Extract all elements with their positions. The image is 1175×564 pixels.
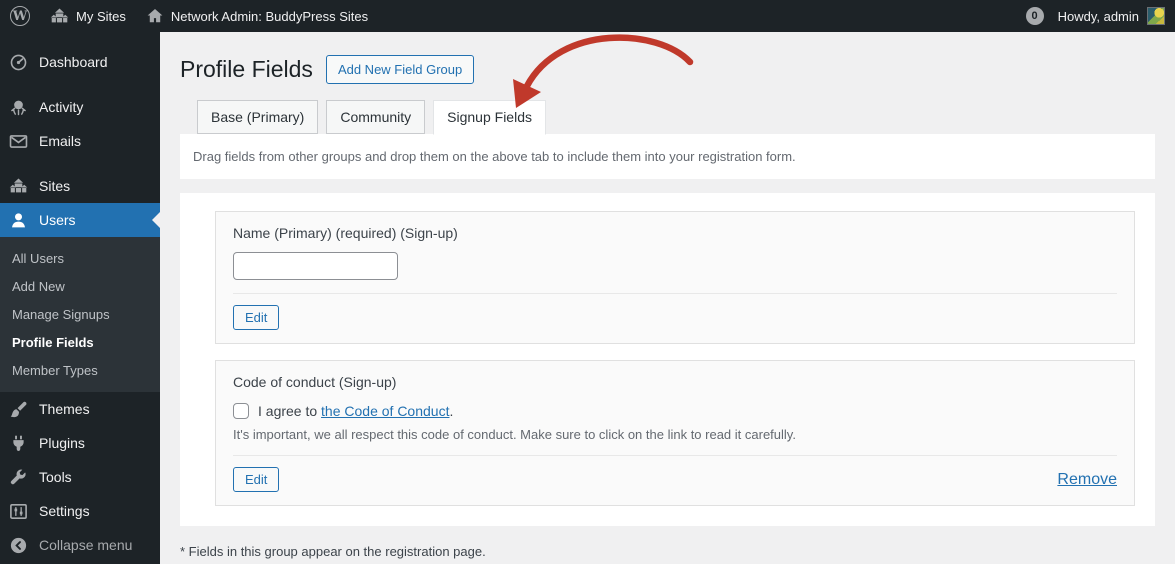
network-admin-menu[interactable]: Network Admin: BuddyPress Sites <box>136 0 378 32</box>
sidebar-item-profile-fields[interactable]: Profile Fields <box>0 328 160 356</box>
sidebar-item-emails[interactable]: Emails <box>0 124 160 158</box>
registration-footnote: * Fields in this group appear on the reg… <box>180 544 486 559</box>
card-actions: Edit Remove <box>233 467 1117 492</box>
my-sites-menu[interactable]: My Sites <box>40 0 136 32</box>
code-of-conduct-link[interactable]: the Code of Conduct <box>321 403 449 419</box>
user-icon <box>8 211 29 230</box>
wordpress-menu[interactable]: W <box>0 0 40 32</box>
sidebar-item-activity[interactable]: Activity <box>0 90 160 124</box>
current-item-arrow <box>152 212 160 228</box>
my-sites-label: My Sites <box>76 8 126 24</box>
activity-icon <box>8 98 29 117</box>
field-card-code-of-conduct: Code of conduct (Sign-up) I agree to the… <box>215 360 1135 506</box>
sidebar-item-manage-signups[interactable]: Manage Signups <box>0 300 160 328</box>
field-label: Code of conduct (Sign-up) <box>233 374 397 390</box>
admin-bar-right: 0 Howdy, admin <box>1025 0 1175 32</box>
wordpress-logo-icon: W <box>10 6 30 26</box>
collapse-menu-label: Collapse menu <box>39 537 133 553</box>
sidebar-item-themes[interactable]: Themes <box>0 392 160 426</box>
wrench-icon <box>8 468 29 487</box>
comments-count-badge[interactable]: 0 <box>1025 7 1044 25</box>
sidebar-item-plugins[interactable]: Plugins <box>0 426 160 460</box>
agree-checkbox[interactable] <box>233 403 249 419</box>
tab-community[interactable]: Community <box>326 100 426 134</box>
sidebar-label: Tools <box>39 469 72 485</box>
avatar <box>1147 7 1165 25</box>
field-card-name: Name (Primary) (required) (Sign-up) Edit <box>215 211 1135 344</box>
name-field-input[interactable] <box>233 252 398 280</box>
page-title: Profile Fields <box>180 55 313 82</box>
remove-link[interactable]: Remove <box>1057 471 1117 489</box>
home-icon <box>146 7 164 25</box>
admin-sidebar: Dashboard Activity Emails Sites Users Al… <box>0 32 160 564</box>
my-sites-icon <box>50 7 69 26</box>
admin-bar: W My Sites Network Admin: BuddyPress Sit… <box>0 0 1175 32</box>
sidebar-label: Themes <box>39 401 90 417</box>
envelope-icon <box>8 132 29 151</box>
field-description: It's important, we all respect this code… <box>233 427 796 442</box>
account-menu[interactable]: Howdy, admin <box>1058 7 1165 25</box>
sidebar-item-add-new[interactable]: Add New <box>0 272 160 300</box>
collapse-arrow-icon <box>8 536 29 555</box>
page-header: Profile Fields Add New Field Group <box>180 54 1155 84</box>
field-label: Name (Primary) (required) (Sign-up) <box>233 225 458 241</box>
tab-base-primary[interactable]: Base (Primary) <box>197 100 319 134</box>
signup-tab-notice: Drag fields from other groups and drop t… <box>180 134 1155 179</box>
sidebar-item-tools[interactable]: Tools <box>0 460 160 494</box>
edit-button[interactable]: Edit <box>233 467 280 492</box>
sidebar-label: Activity <box>39 99 84 115</box>
card-divider <box>233 293 1117 294</box>
main-content: Profile Fields Add New Field Group Base … <box>160 32 1175 564</box>
field-group-tabs: Base (Primary) Community Signup Fields <box>180 100 1155 135</box>
card-actions: Edit <box>233 305 1117 330</box>
sliders-icon <box>8 502 29 521</box>
plug-icon <box>8 434 29 453</box>
sidebar-item-users[interactable]: Users <box>0 203 160 237</box>
sidebar-label: Plugins <box>39 435 85 451</box>
sidebar-item-settings[interactable]: Settings <box>0 494 160 528</box>
agree-text: I agree to the Code of Conduct. <box>258 403 454 419</box>
sidebar-label: Dashboard <box>39 54 108 70</box>
sidebar-label: Sites <box>39 178 71 194</box>
sidebar-item-all-users[interactable]: All Users <box>0 244 160 272</box>
users-submenu: All Users Add New Manage Signups Profile… <box>0 237 160 392</box>
network-admin-label: Network Admin: BuddyPress Sites <box>170 8 369 24</box>
sidebar-item-dashboard[interactable]: Dashboard <box>0 45 160 79</box>
dashboard-gauge-icon <box>8 53 29 72</box>
paintbrush-icon <box>8 400 29 419</box>
admin-bar-left: W My Sites Network Admin: BuddyPress Sit… <box>0 0 378 32</box>
tab-signup-fields[interactable]: Signup Fields <box>433 100 546 135</box>
menu-gap <box>0 158 160 169</box>
sidebar-item-member-types[interactable]: Member Types <box>0 356 160 384</box>
edit-button[interactable]: Edit <box>233 305 280 330</box>
field-group-panel: Name (Primary) (required) (Sign-up) Edit… <box>180 193 1155 526</box>
sidebar-label: Settings <box>39 503 90 519</box>
card-divider <box>233 455 1117 456</box>
sites-icon <box>8 177 29 196</box>
menu-gap <box>0 79 160 90</box>
add-new-field-group-button[interactable]: Add New Field Group <box>325 54 475 84</box>
sidebar-label: Users <box>39 212 76 228</box>
agree-checkbox-row: I agree to the Code of Conduct. <box>233 403 1117 419</box>
collapse-menu-button[interactable]: Collapse menu <box>0 528 160 562</box>
menu-gap <box>0 32 160 45</box>
sidebar-label: Emails <box>39 133 82 149</box>
howdy-label: Howdy, admin <box>1057 8 1139 24</box>
sidebar-item-sites[interactable]: Sites <box>0 169 160 203</box>
